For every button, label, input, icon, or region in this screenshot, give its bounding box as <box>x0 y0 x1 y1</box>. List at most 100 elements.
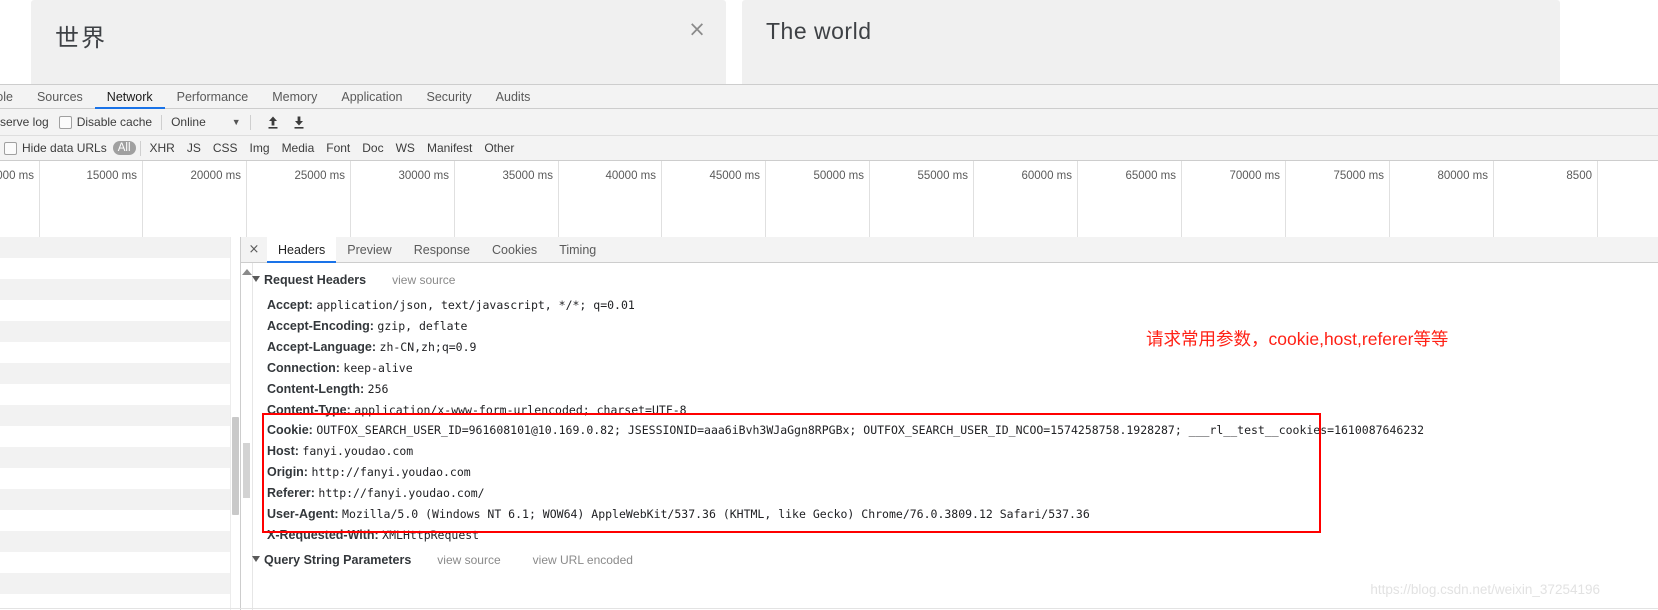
request-row[interactable] <box>0 489 240 510</box>
timeline-segment: 25000 ms <box>247 161 351 237</box>
translation-target-text: The world <box>766 18 872 44</box>
hide-data-urls-checkbox[interactable]: Hide data URLs <box>4 141 107 155</box>
request-row[interactable] <box>0 405 240 426</box>
timeline-segment: 65000 ms <box>1078 161 1182 237</box>
toolbar-divider-2 <box>249 114 251 130</box>
screenshot-root: 世界 × The world sole Sources Network Perf… <box>0 0 1658 610</box>
timeline-segment: 60000 ms <box>974 161 1078 237</box>
translation-strip: 世界 × The world <box>0 0 1658 84</box>
network-timeline-overview[interactable]: 0000 ms 15000 ms 20000 ms 25000 ms 30000 ms 3… <box>0 161 1658 238</box>
query-string-section-title[interactable]: Query String Parameters view source view U… <box>252 553 633 567</box>
request-list[interactable] <box>0 237 241 610</box>
request-row[interactable] <box>0 468 240 489</box>
request-row[interactable] <box>0 279 240 300</box>
close-icon[interactable]: × <box>241 237 267 262</box>
request-row[interactable] <box>0 510 240 531</box>
triangle-down-icon[interactable] <box>252 276 260 282</box>
tab-network[interactable]: Network <box>94 85 165 109</box>
header-row: Accept-Language: zh-CN,zh;q=0.9 <box>267 340 476 354</box>
scrollbar-thumb[interactable] <box>232 417 239 515</box>
header-name: Content-Length: <box>267 381 368 396</box>
request-row[interactable] <box>0 258 240 279</box>
timeline-tick-label: 25000 ms <box>294 170 345 182</box>
header-value: application/json, text/javascript, */*; … <box>316 298 635 312</box>
filter-type-css[interactable]: CSS <box>207 141 244 155</box>
request-list-scrollbar[interactable] <box>230 237 240 610</box>
triangle-down-icon[interactable] <box>252 556 260 562</box>
view-source-link[interactable]: view source <box>437 553 500 567</box>
header-row: Accept-Encoding: gzip, deflate <box>267 319 467 333</box>
chevron-down-icon[interactable]: ▼ <box>232 117 241 127</box>
request-row[interactable] <box>0 531 240 552</box>
tab-response[interactable]: Response <box>403 237 481 262</box>
disable-cache-checkbox[interactable]: Disable cache <box>58 115 152 129</box>
header-value: gzip, deflate <box>377 318 468 333</box>
header-value: zh-CN,zh;q=0.9 <box>379 339 477 354</box>
timeline-segment: 40000 ms <box>559 161 662 237</box>
annotation-text: 请求常用参数，cookie,host,referer等等 <box>1146 329 1449 349</box>
tab-audits[interactable]: Audits <box>484 85 543 108</box>
tab-headers[interactable]: Headers <box>267 237 337 263</box>
timeline-tick-label: 20000 ms <box>190 170 241 182</box>
request-row[interactable] <box>0 342 240 363</box>
filter-type-media[interactable]: Media <box>276 141 321 155</box>
tab-performance[interactable]: Performance <box>165 85 261 108</box>
request-row[interactable] <box>0 237 240 258</box>
request-headers-section-title[interactable]: Request Headers view source <box>252 273 455 287</box>
view-url-encoded-link[interactable]: view URL encoded <box>533 553 633 567</box>
preserve-log-checkbox[interactable]: serve log <box>0 115 49 129</box>
filter-type-img[interactable]: Img <box>244 141 276 155</box>
network-toolbar: serve log Disable cache Online ▼ <box>0 109 1658 136</box>
header-row: User-Agent: Mozilla/5.0 (Windows NT 6.1;… <box>267 507 1090 521</box>
filter-type-font[interactable]: Font <box>320 141 356 155</box>
filter-type-js[interactable]: JS <box>181 141 207 155</box>
translation-source-box[interactable]: 世界 × <box>31 0 726 84</box>
tab-application[interactable]: Application <box>329 85 414 108</box>
throttling-select[interactable]: Online ▼ <box>171 115 241 129</box>
request-row[interactable] <box>0 552 240 573</box>
toolbar-divider <box>161 114 163 130</box>
translation-source-text: 世界 <box>55 25 107 52</box>
header-name: Origin: <box>267 465 312 480</box>
request-row[interactable] <box>0 321 240 342</box>
tab-security[interactable]: Security <box>415 85 484 108</box>
filter-type-doc[interactable]: Doc <box>356 141 389 155</box>
checkbox-box[interactable] <box>4 141 17 155</box>
timeline-tick-label: 0000 ms <box>0 170 34 182</box>
download-arrow-icon[interactable] <box>292 115 306 130</box>
hide-data-urls-label: Hide data URLs <box>22 141 107 155</box>
request-row[interactable] <box>0 363 240 384</box>
filter-type-ws[interactable]: WS <box>390 141 421 155</box>
tab-sources[interactable]: Sources <box>25 85 95 108</box>
filter-type-manifest[interactable]: Manifest <box>421 141 478 155</box>
timeline-segment: 55000 ms <box>870 161 974 237</box>
tab-memory[interactable]: Memory <box>260 85 329 108</box>
header-name: Accept-Language: <box>267 339 380 354</box>
request-row[interactable] <box>0 300 240 321</box>
tab-timing[interactable]: Timing <box>548 237 607 262</box>
timeline-segment: 70000 ms <box>1182 161 1286 237</box>
chevron-up-icon[interactable] <box>242 269 252 275</box>
filter-type-xhr[interactable]: XHR <box>144 141 181 155</box>
tab-preview[interactable]: Preview <box>336 237 402 262</box>
header-value: OUTFOX_SEARCH_USER_ID=961608101@10.169.0… <box>316 423 1425 438</box>
tab-cookies[interactable]: Cookies <box>481 237 548 262</box>
timeline-segment: 0000 ms <box>0 161 40 237</box>
header-row: Content-Length: 256 <box>267 382 388 396</box>
request-detail-pane: × Headers Preview Response Cookies Timin… <box>241 237 1658 610</box>
scrollbar-thumb[interactable] <box>243 443 250 498</box>
filter-type-other[interactable]: Other <box>478 141 520 155</box>
upload-arrow-icon[interactable] <box>266 115 280 130</box>
view-source-link[interactable]: view source <box>392 273 455 287</box>
close-icon[interactable]: × <box>686 18 708 40</box>
tab-console[interactable]: sole <box>0 85 25 108</box>
request-row[interactable] <box>0 447 240 468</box>
request-row[interactable] <box>0 573 240 594</box>
request-row[interactable] <box>0 426 240 447</box>
request-row[interactable] <box>0 384 240 405</box>
timeline-tick-label: 65000 ms <box>1125 170 1176 182</box>
checkbox-box[interactable] <box>58 115 72 129</box>
header-name: Accept-Encoding: <box>267 318 378 333</box>
timeline-tick-label: 15000 ms <box>86 170 137 182</box>
filter-type-all[interactable]: All <box>112 141 136 155</box>
